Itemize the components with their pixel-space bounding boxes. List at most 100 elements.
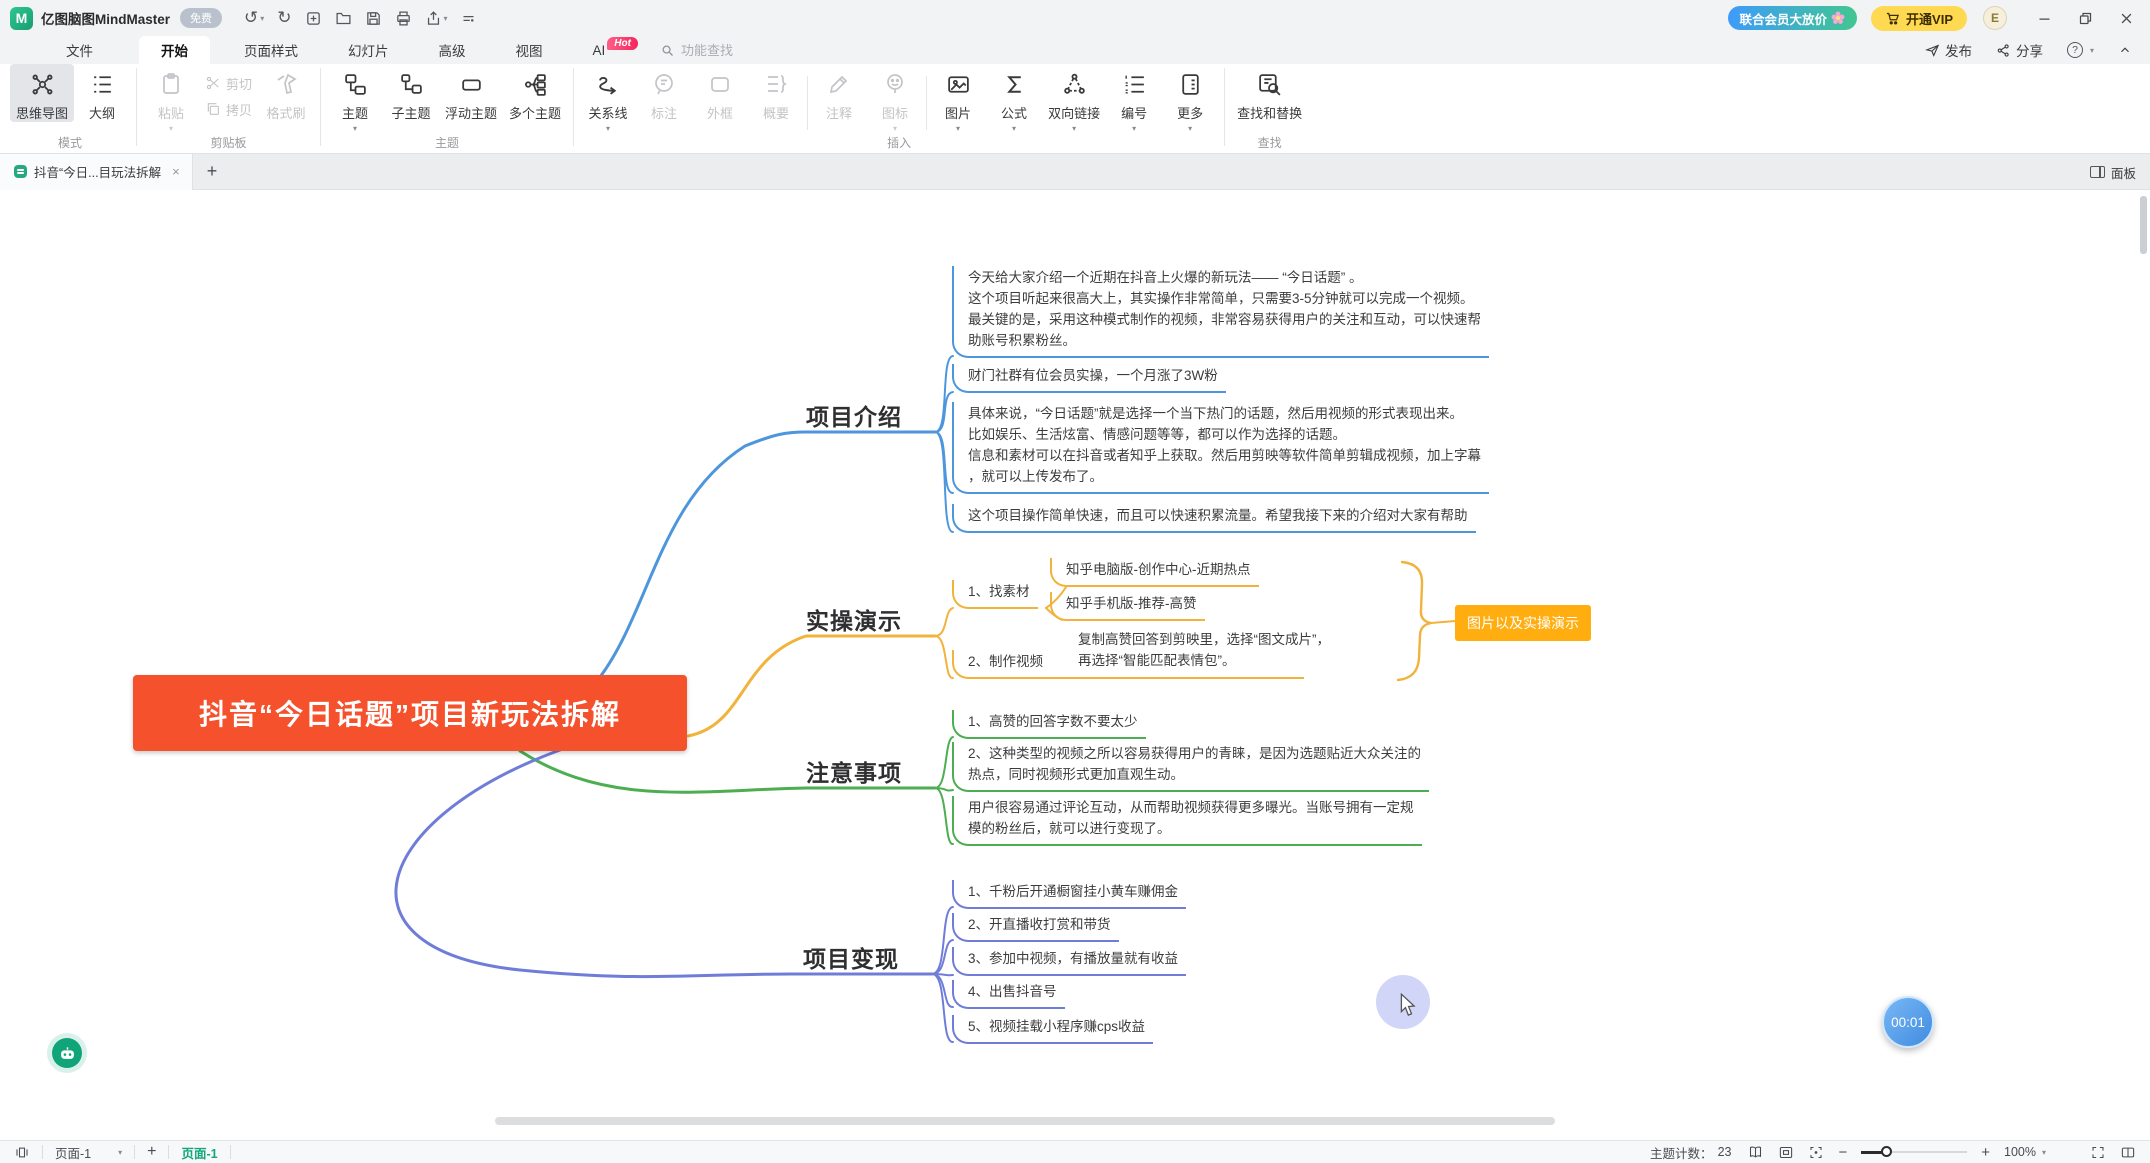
feature-search[interactable] [660,36,801,64]
open-vip-button[interactable]: 开通VIP [1871,6,1967,31]
help-button[interactable]: ?▾ [2067,42,2094,58]
mindmap-node[interactable]: 具体来说，“今日话题”就是选择一个当下热门的话题，然后用视频的形式表现出来。 比… [952,402,1489,494]
user-avatar[interactable]: E [1983,6,2007,30]
print-button[interactable] [395,10,412,27]
bidirectional-link-button[interactable]: 双向链接 ▾ [1042,64,1106,133]
timer-bubble[interactable]: 00:01 [1882,996,1934,1048]
mindmap-node[interactable]: 知乎手机版-推荐-高赞 [1050,592,1205,621]
find-replace-button[interactable]: 查找和替换 [1231,64,1308,122]
relationship-button[interactable]: 关系线 ▾ [580,64,636,133]
picture-button[interactable]: 图片 ▾ [930,64,986,133]
mindmap-mode-button[interactable]: 思维导图 [10,64,74,122]
zoom-slider[interactable] [1861,1145,1967,1159]
multiple-topics-button[interactable]: 多个主题 [503,64,567,122]
floating-topic-button[interactable]: 浮动主题 [439,64,503,122]
mindmap-node[interactable]: 2、开直播收打赏和带货 [952,913,1119,942]
more-tools-button[interactable] [461,11,476,26]
horizontal-scrollbar[interactable] [495,1117,1555,1125]
branch-label-notes[interactable]: 注意事项 [806,754,902,788]
outline-mode-button[interactable]: 大纲 [74,64,130,122]
undo-button[interactable]: ↺▾ [244,8,264,28]
page-tab[interactable]: 页面-1 [179,1143,219,1162]
share-button[interactable]: 分享 [1996,40,2043,60]
collapse-ribbon-button[interactable] [2118,43,2132,57]
branch-label-intro[interactable]: 项目介绍 [806,398,902,432]
tab-page-style[interactable]: 页面样式 [240,36,302,64]
new-document-tab-button[interactable]: + [207,161,218,182]
formula-button[interactable]: 公式 ▾ [986,64,1042,133]
cut-button[interactable]: 剪切 [201,70,256,96]
zoom-level-dropdown[interactable]: 100% ▾ [2004,1145,2046,1159]
mindmap-node[interactable]: 今天给大家介绍一个近期在抖音上火爆的新玩法—— “今日话题” 。 这个项目听起来… [952,266,1489,358]
document-tab[interactable]: 抖音“今日...目玩法拆解 × [0,154,193,190]
close-button[interactable] [2119,11,2134,26]
panel-toggle[interactable]: 面板 [2090,154,2136,190]
tab-advanced[interactable]: 高级 [435,36,470,64]
zoom-in-button[interactable]: + [1981,1144,1990,1161]
redo-button[interactable]: ↻ [277,8,291,28]
numbering-button[interactable]: 编号 ▾ [1106,64,1162,133]
icon-marker-button[interactable]: 图标 ▾ [867,64,923,133]
robot-icon [59,1045,76,1062]
tab-slides[interactable]: 幻灯片 [344,36,393,64]
paste-button[interactable]: 粘贴 ▾ [143,64,199,133]
mindmap-canvas[interactable]: 抖音“今日话题”项目新玩法拆解 项目介绍 实操演示 注意事项 项目变现 今天给大… [0,190,2150,1140]
mindmap-node[interactable]: 复制高赞回答到剪映里，选择“图文成片”， 再选择“智能匹配表情包”。 [1078,628,1330,676]
branch-label-demo[interactable]: 实操演示 [806,602,902,636]
mindmap-node[interactable]: 2、这种类型的视频之所以容易获得用户的青睐，是因为选题贴近大众关注的 热点，同时… [952,742,1429,792]
minimize-button[interactable] [2037,11,2052,26]
summary-button[interactable]: 概要 [748,64,804,122]
open-file-button[interactable] [335,10,352,27]
vertical-scrollbar[interactable] [2140,196,2147,254]
zoom-out-button[interactable]: − [1838,1144,1847,1161]
add-page-button[interactable]: + [145,1143,158,1161]
summary-callout[interactable]: 图片以及实操演示 [1455,605,1591,641]
fullscreen-icon[interactable] [2090,1145,2106,1160]
printer-icon [395,10,412,27]
ai-assistant-button[interactable] [47,1033,87,1073]
format-painter-button[interactable]: 格式刷 [258,64,314,122]
mindmap-node[interactable]: 财门社群有位会员实操，一个月涨了3W粉 [952,364,1226,393]
topic-button[interactable]: 主题 ▾ [327,64,383,133]
callout-icon [652,72,676,96]
split-view-icon[interactable] [2120,1145,2136,1160]
mindmap-node[interactable]: 这个项目操作简单快速，而且可以快速积累流量。希望我接下来的介绍对大家有帮助 [952,504,1476,533]
tab-ai[interactable]: AI Hot [589,36,640,64]
fit-to-window-icon[interactable] [1778,1145,1794,1160]
mindmap-node[interactable]: 1、找素材 [952,580,1038,609]
mindmap-node[interactable]: 4、出售抖音号 [952,980,1065,1009]
tab-view[interactable]: 视图 [512,36,547,64]
tab-home[interactable]: 开始 [139,36,210,64]
zoom-slider-knob[interactable] [1881,1146,1892,1157]
group-label-topic: 主题 [435,134,459,151]
branch-label-monetize[interactable]: 项目变现 [803,940,899,974]
pencil-icon [827,72,851,96]
mindmap-node[interactable]: 知乎电脑版-创作中心-近期热点 [1050,558,1259,587]
close-tab-icon[interactable]: × [172,164,180,179]
more-insert-button[interactable]: 更多 ▾ [1162,64,1218,133]
central-topic[interactable]: 抖音“今日话题”项目新玩法拆解 [133,675,687,751]
mindmap-node[interactable]: 1、千粉后开通橱窗挂小黄车赚佣金 [952,880,1186,909]
callout-button[interactable]: 标注 [636,64,692,122]
mindmap-node[interactable]: 用户很容易通过评论互动，从而帮助视频获得更多曝光。当账号拥有一定规 模的粉丝后，… [952,796,1422,846]
page-overview-button[interactable] [12,1145,32,1160]
publish-button[interactable]: 发布 [1925,40,1972,60]
export-button[interactable]: ▾ [425,10,448,27]
mindmap-mode-label: 思维导图 [16,103,68,122]
restore-button[interactable] [2078,11,2093,26]
page-dropdown[interactable]: 页面-1 ▾ [53,1143,124,1162]
boundary-button[interactable]: 外框 [692,64,748,122]
outline-panel-icon[interactable] [1747,1145,1764,1160]
mindmap-node[interactable]: 3、参加中视频，有播放量就有收益 [952,947,1186,976]
search-input[interactable] [681,43,801,58]
tab-file[interactable]: 文件 [62,36,97,64]
mindmap-node[interactable]: 1、高赞的回答字数不要太少 [952,710,1146,739]
new-file-button[interactable] [305,10,322,27]
comment-button[interactable]: 注释 [811,64,867,122]
mindmap-node[interactable]: 5、视频挂载小程序赚cps收益 [952,1015,1153,1044]
subtopic-button[interactable]: 子主题 [383,64,439,122]
center-map-icon[interactable] [1808,1145,1824,1160]
member-promo-badge[interactable]: 联合会员大放价 [1728,6,1858,30]
copy-button[interactable]: 拷贝 [201,96,256,122]
save-button[interactable] [365,10,382,27]
